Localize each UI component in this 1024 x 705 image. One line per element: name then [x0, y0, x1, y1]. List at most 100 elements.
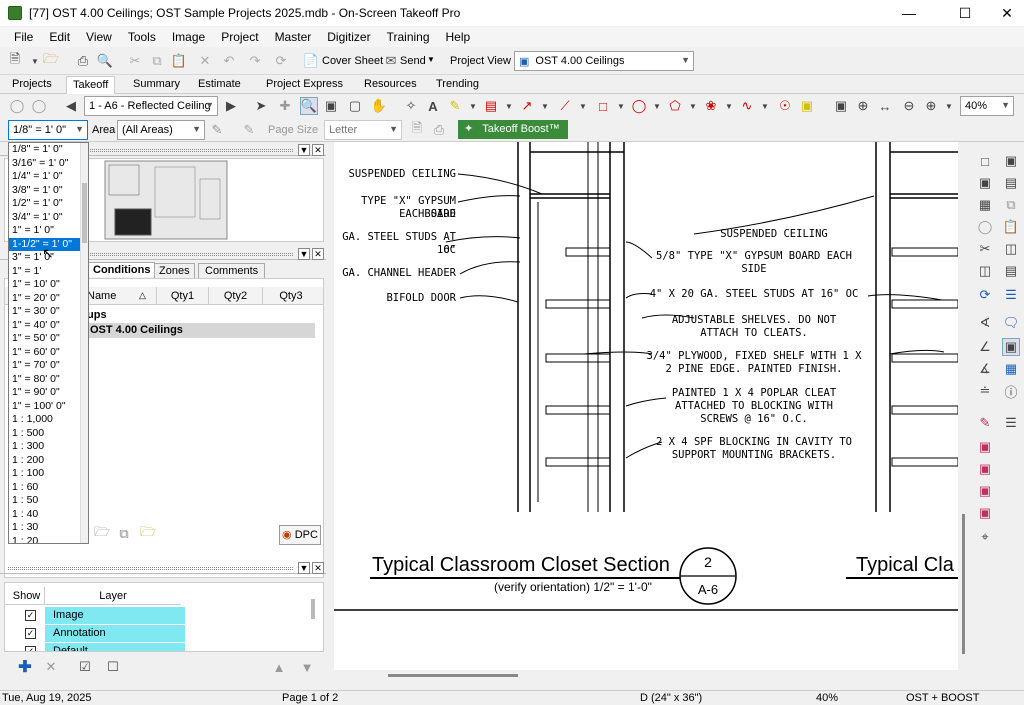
move-up-icon[interactable]: ▲ [270, 658, 288, 676]
scale-option[interactable]: 1 : 300 [9, 440, 88, 454]
paste-icon[interactable]: 📋 [170, 52, 188, 70]
paste-page-icon[interactable]: 📋 [1002, 218, 1020, 236]
markup-icon-2[interactable]: ▣ [976, 438, 994, 456]
menu-digitizer[interactable]: Digitizer [319, 30, 378, 44]
scale-option[interactable]: 1" = 1' 0" [9, 224, 88, 238]
chevron-down-icon[interactable]: ▼ [536, 97, 554, 115]
layer-annotation-checkbox[interactable]: ✓ [25, 628, 36, 639]
minimize-button[interactable]: — [886, 0, 932, 26]
scale-option[interactable]: 1" = 1' [9, 265, 88, 279]
uncheck-all-icon[interactable]: ☐ [104, 658, 122, 676]
chevron-down-icon[interactable]: ▼ [574, 97, 592, 115]
scale-option[interactable]: 1 : 100 [9, 467, 88, 481]
chevron-down-icon[interactable]: ▼ [684, 97, 702, 115]
tab-summary[interactable]: Summary [133, 78, 180, 90]
move-down-icon[interactable]: ▼ [298, 658, 316, 676]
zoom-in-icon[interactable]: ⊕ [854, 97, 872, 115]
zoom-out-icon[interactable]: ⊖ [900, 97, 918, 115]
page-size-icon[interactable]: ✎ [240, 121, 258, 139]
project-view-select[interactable]: ▣ OST 4.00 Ceilings ▼ [514, 51, 694, 71]
menu-edit[interactable]: Edit [41, 30, 78, 44]
rotate-icon[interactable]: ⟳ [976, 286, 994, 304]
scale-option[interactable]: 1" = 50' 0" [9, 332, 88, 346]
chevron-down-icon[interactable]: ▼ [500, 97, 518, 115]
ruler-icon[interactable]: ∡ [976, 360, 994, 378]
chevron-down-icon[interactable]: ▼ [940, 97, 958, 115]
close-icon[interactable]: ✕ [312, 562, 324, 574]
page-layout-icon[interactable]: ▤ [1002, 174, 1020, 192]
scale-option[interactable]: 1" = 10' 0" [9, 278, 88, 292]
properties-icon[interactable]: ☰ [1002, 414, 1020, 432]
snap-icon[interactable]: ✧ [402, 97, 420, 115]
polygon-icon[interactable]: ⬠ [666, 97, 684, 115]
dimension-icon[interactable]: ≐ [976, 382, 994, 400]
menu-view[interactable]: View [78, 30, 120, 44]
zoom-area-icon[interactable]: ▢ [346, 97, 364, 115]
new-folder-icon[interactable]: 🗁 [139, 524, 157, 543]
tab-estimate[interactable]: Estimate [198, 78, 241, 90]
scale-option[interactable]: 1 : 20 [9, 535, 88, 544]
scale-dropdown-list[interactable]: 1/8" = 1' 0" 3/16" = 1' 0" 1/4" = 1' 0" … [8, 142, 89, 544]
col-qty2[interactable]: Qty2 [209, 287, 263, 305]
area-select[interactable]: (All Areas) ▼ [117, 120, 205, 140]
print-icon[interactable]: ⎙ [74, 52, 92, 70]
rectangle-icon[interactable]: □ [594, 97, 612, 115]
scale-option[interactable]: 3/8" = 1' 0" [9, 184, 88, 198]
chevron-down-icon[interactable]: ▼ [720, 97, 738, 115]
frame-icon[interactable]: ▣ [976, 174, 994, 192]
forward-circle-icon[interactable]: ◯ [30, 97, 48, 115]
pan-hand-icon[interactable]: ✋ [370, 97, 388, 115]
text-tool-icon[interactable]: A [424, 97, 442, 115]
layers-scrollbar[interactable] [311, 599, 315, 619]
pin-icon[interactable]: ▼ [298, 562, 310, 574]
layer-row-annotation[interactable]: ✓ Annotation [9, 625, 185, 643]
tab-trending[interactable]: Trending [436, 78, 479, 90]
ellipse-icon[interactable]: ◯ [630, 97, 648, 115]
scale-option[interactable]: 1/4" = 1' 0" [9, 170, 88, 184]
select-arrow-icon[interactable]: ➤ [252, 97, 270, 115]
grid-icon[interactable]: ▦ [976, 196, 994, 214]
scale-option[interactable]: 1 : 200 [9, 454, 88, 468]
overlay-icon[interactable]: ◯ [976, 218, 994, 236]
page-size-select[interactable]: Letter ▼ [324, 120, 402, 140]
dpc-button[interactable]: ◉ DPC [279, 525, 321, 545]
previous-page-icon[interactable]: ◀ [62, 97, 80, 115]
scale-option[interactable]: 1 : 40 [9, 508, 88, 522]
scale-option[interactable]: 3/4" = 1' 0" [9, 211, 88, 225]
scale-option[interactable]: 1/8" = 1' 0" [9, 143, 88, 157]
cut-icon[interactable]: ✂ [126, 52, 144, 70]
menu-help[interactable]: Help [438, 30, 479, 44]
print-icon[interactable]: ⎙ [430, 121, 448, 139]
select-tool-icon[interactable]: □ [976, 152, 994, 170]
scale-option[interactable]: 1 : 500 [9, 427, 88, 441]
zoom-select[interactable]: 40% ▼ [960, 96, 1014, 116]
undo-icon[interactable]: ↶ [220, 52, 238, 70]
chevron-down-icon[interactable]: ▼ [612, 97, 630, 115]
page-icon[interactable]: 🗎 [408, 120, 426, 139]
cloud-icon[interactable]: ❀ [702, 97, 720, 115]
drawing-canvas[interactable]: SUSPENDED CEILING TYPE "X" GYPSUM BOARD … [334, 142, 958, 670]
refresh-icon[interactable]: ⟳ [272, 52, 290, 70]
send-dropdown-icon[interactable]: ▼ [427, 55, 435, 64]
pin-icon[interactable]: ▼ [298, 144, 310, 156]
scale-option[interactable]: 1 : 60 [9, 481, 88, 495]
scale-option[interactable]: 1/2" = 1' 0" [9, 197, 88, 211]
markup-icon-1[interactable]: ✎ [976, 414, 994, 432]
tab-project-express[interactable]: Project Express [266, 78, 343, 90]
delete-layer-icon[interactable]: ✕ [42, 658, 60, 676]
measure-icon[interactable]: ∢ [976, 314, 994, 332]
chevron-down-icon[interactable]: ▼ [756, 97, 774, 115]
send-icon[interactable]: ✉ [382, 52, 400, 70]
tab-projects[interactable]: Projects [12, 78, 52, 90]
scale-option[interactable]: 1" = 90' 0" [9, 386, 88, 400]
copy-icon[interactable]: ⧉ [148, 52, 166, 70]
col-name[interactable]: Name [87, 287, 157, 305]
close-button[interactable]: ✕ [984, 0, 1024, 26]
tab-conditions[interactable]: Conditions [88, 262, 156, 277]
cut-page-icon[interactable]: ✂ [976, 240, 994, 258]
bookmark-icon[interactable]: ▦ [1002, 360, 1020, 378]
scale-option[interactable]: 1" = 40' 0" [9, 319, 88, 333]
scale-option[interactable]: 1" = 60' 0" [9, 346, 88, 360]
menu-image[interactable]: Image [164, 30, 213, 44]
redo-icon[interactable]: ↷ [246, 52, 264, 70]
